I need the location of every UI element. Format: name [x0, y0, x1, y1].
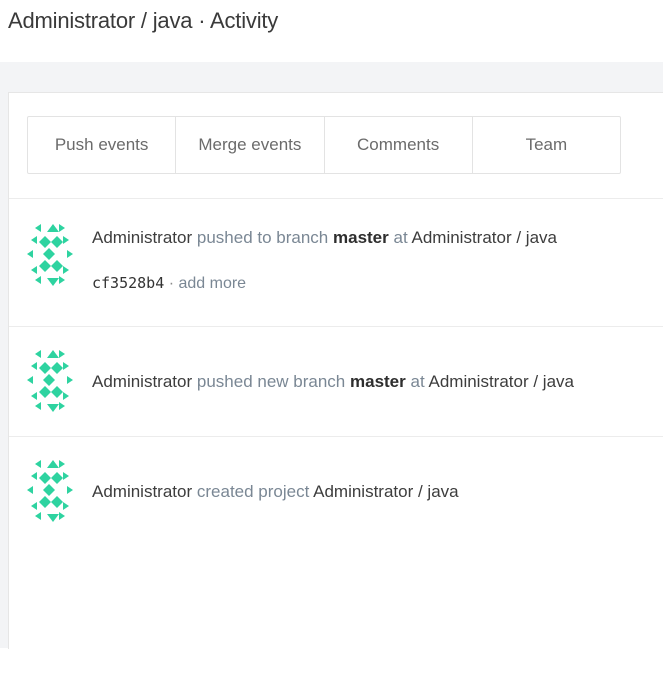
commit-sha-link[interactable]: cf3528b4 — [92, 274, 164, 292]
event-branch-link[interactable]: master — [350, 372, 406, 391]
event-summary: Administrator pushed to branch master at… — [92, 228, 557, 248]
filter-push-events[interactable]: Push events — [28, 117, 177, 173]
commit-separator: · — [168, 275, 175, 292]
event-author-link[interactable]: Administrator — [92, 482, 192, 501]
event-summary: Administrator created project Administra… — [92, 482, 459, 502]
event-filter-bar: Push events Merge events Comments Team — [27, 116, 621, 174]
event-action-text: pushed to branch — [196, 228, 329, 247]
identicon-avatar-icon[interactable] — [25, 458, 75, 524]
activity-panel: Push events Merge events Comments Team A… — [8, 92, 663, 649]
event-project-link[interactable]: Administrator / java — [411, 228, 557, 247]
identicon-avatar-icon[interactable] — [25, 222, 75, 288]
page-header: Administrator / java · Activity — [0, 0, 663, 62]
event-project-link[interactable]: Administrator / java — [428, 372, 574, 391]
filter-merge-events[interactable]: Merge events — [176, 117, 325, 173]
event-summary: Administrator pushed new branch master a… — [92, 372, 574, 392]
add-more-link[interactable]: add more — [178, 275, 246, 292]
identicon-avatar-icon[interactable] — [25, 348, 75, 414]
event-item: Administrator pushed new branch master a… — [9, 326, 663, 436]
left-rail — [0, 92, 8, 648]
event-commit-line: cf3528b4 · add more — [92, 274, 246, 293]
event-connector-text: at — [393, 228, 408, 247]
top-band — [0, 62, 663, 92]
event-branch-link[interactable]: master — [333, 228, 389, 247]
filter-comments[interactable]: Comments — [325, 117, 473, 173]
filter-team[interactable]: Team — [473, 117, 620, 173]
event-action-text: pushed new branch — [196, 372, 346, 391]
event-project-link[interactable]: Administrator / java — [313, 482, 459, 501]
event-connector-text: at — [410, 372, 425, 391]
page-title: Administrator / java · Activity — [8, 8, 279, 33]
event-item: Administrator created project Administra… — [9, 436, 663, 546]
event-author-link[interactable]: Administrator — [92, 372, 192, 391]
event-author-link[interactable]: Administrator — [92, 228, 192, 247]
event-item: Administrator pushed to branch master at… — [9, 198, 663, 326]
event-action-text: created project — [196, 482, 310, 501]
